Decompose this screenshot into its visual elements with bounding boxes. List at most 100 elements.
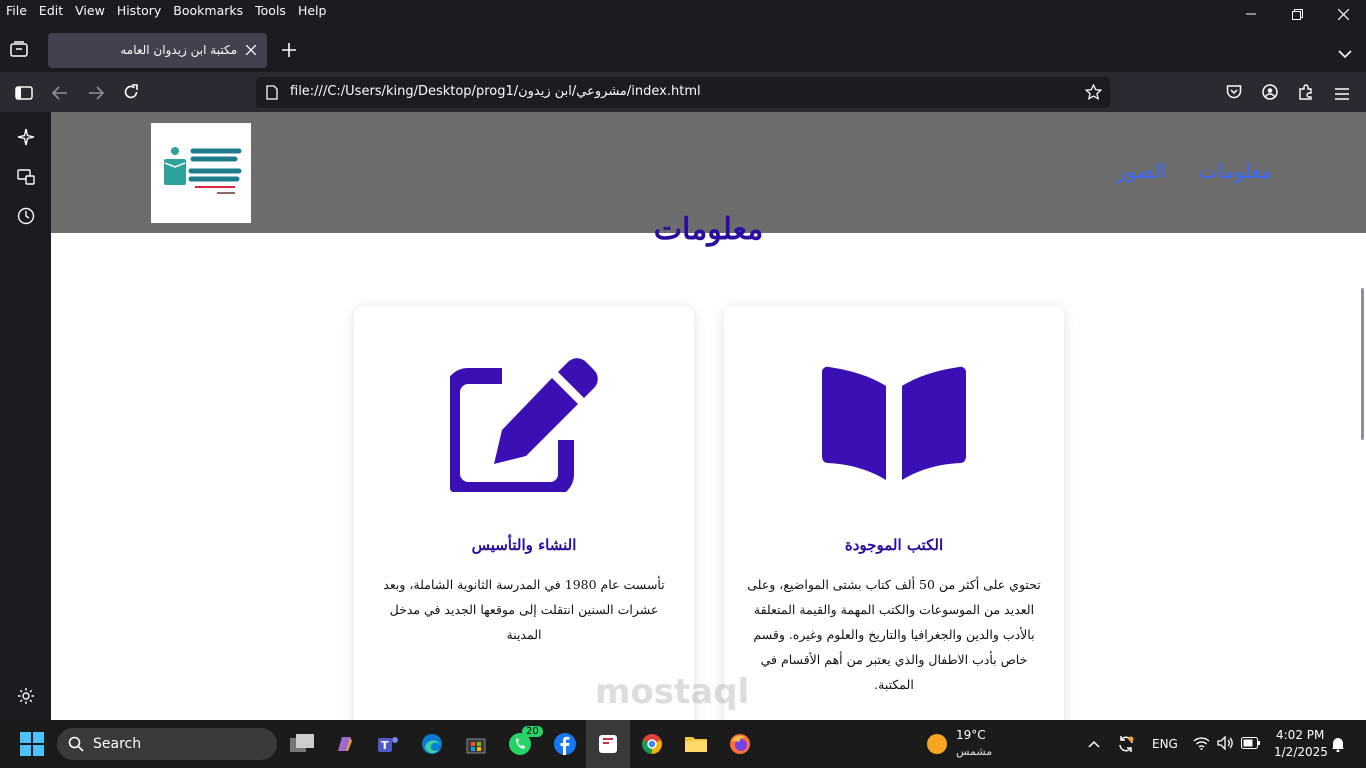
weather-temp: 19°C xyxy=(956,728,986,742)
close-tab-icon[interactable] xyxy=(246,45,256,55)
volume-icon[interactable] xyxy=(1217,736,1234,750)
copilot-icon xyxy=(338,737,352,751)
web-content: معلومات الصور معلومات الكتب الموجودة تحت… xyxy=(51,112,1366,720)
sidebar-synced-tabs[interactable] xyxy=(17,168,35,190)
sidebar-launcher xyxy=(0,112,51,720)
reload-button[interactable] xyxy=(123,84,139,104)
star-icon[interactable] xyxy=(1085,84,1102,100)
nav-link-info[interactable]: معلومات xyxy=(1199,159,1272,183)
card-text: تأسست عام 1980 في المدرسة الثانوية الشام… xyxy=(383,577,665,642)
teams-button[interactable]: T xyxy=(366,720,410,768)
site-logo[interactable] xyxy=(151,123,251,223)
menu-bar: File Edit View History Bookmarks Tools H… xyxy=(0,0,1366,22)
edit-icon xyxy=(450,358,598,492)
pocket-button[interactable] xyxy=(1226,84,1242,104)
extensions-button[interactable] xyxy=(1298,84,1314,104)
snipping-icon xyxy=(599,735,617,753)
sparkle-icon xyxy=(17,128,35,146)
list-tabs-button[interactable] xyxy=(1338,44,1352,63)
hamburger-icon xyxy=(1335,88,1349,100)
bell-icon[interactable] xyxy=(1331,736,1345,752)
sidebar-ai-chatbot[interactable] xyxy=(17,128,35,150)
card-title: النشاء والتأسيس xyxy=(471,536,577,554)
card-text: تحتوي على أكثر من 50 ألف كتاب بشتى الموا… xyxy=(747,577,1041,692)
app-menu-button[interactable] xyxy=(1335,85,1349,104)
chrome-button[interactable] xyxy=(630,720,674,768)
page-icon xyxy=(266,85,278,100)
wifi-icon[interactable] xyxy=(1193,736,1210,750)
search-icon xyxy=(68,736,84,752)
firefox-view-button[interactable] xyxy=(10,41,28,61)
tab-title: مكتبة ابن زيدوان العامه xyxy=(120,43,237,57)
store-button[interactable] xyxy=(454,720,498,768)
search-label: Search xyxy=(93,736,142,752)
restore-icon xyxy=(1291,8,1303,20)
store-icon xyxy=(466,738,486,754)
book-open-icon xyxy=(822,366,966,480)
taskbar-search[interactable]: Search xyxy=(57,728,277,760)
menu-file[interactable]: File xyxy=(0,3,33,18)
taskbar: Search T 20 19°C مشمس ENG 4:02 PM 1/2/20… xyxy=(0,720,1366,768)
notification-badge: 20 xyxy=(522,726,543,737)
menu-history[interactable]: History xyxy=(111,3,167,18)
menu-view[interactable]: View xyxy=(69,3,111,18)
page-heading: معلومات xyxy=(653,212,764,247)
account-button[interactable] xyxy=(1262,84,1278,104)
edge-button[interactable] xyxy=(410,720,454,768)
chevron-up-icon[interactable] xyxy=(1088,740,1100,748)
firefox-button[interactable] xyxy=(718,720,762,768)
firefox-icon xyxy=(730,734,750,754)
gear-icon xyxy=(18,688,34,704)
whatsapp-button[interactable]: 20 xyxy=(498,720,543,768)
sidebar-toggle-icon xyxy=(15,86,33,100)
menu-edit[interactable]: Edit xyxy=(33,3,69,18)
page-scrollbar[interactable] xyxy=(1361,288,1364,440)
reload-icon xyxy=(124,84,138,99)
chevron-down-icon xyxy=(1338,50,1352,59)
clock-date[interactable]: 1/2/2025 xyxy=(1274,745,1328,759)
menu-tools[interactable]: Tools xyxy=(249,3,292,18)
sun-icon[interactable] xyxy=(926,733,948,755)
copilot-button[interactable] xyxy=(323,720,367,768)
sidebar-settings[interactable] xyxy=(17,687,35,709)
snipping-tool-button[interactable] xyxy=(586,720,630,768)
teams-icon: T xyxy=(378,737,398,752)
card-founding: النشاء والتأسيس تأسست عام 1980 في المدرس… xyxy=(354,306,694,720)
nav-link-photos[interactable]: الصور xyxy=(1117,159,1166,183)
arrow-right-icon xyxy=(89,86,105,100)
menu-bookmarks[interactable]: Bookmarks xyxy=(167,3,249,18)
url-text[interactable]: file:///C:/Users/king/Desktop/prog1/مشرو… xyxy=(290,84,701,99)
forward-button[interactable] xyxy=(88,85,105,104)
start-button[interactable] xyxy=(10,720,54,768)
puzzle-icon xyxy=(1299,84,1312,100)
library-logo xyxy=(164,147,242,194)
menu-help[interactable]: Help xyxy=(292,3,333,18)
sidebar-toggle-button[interactable] xyxy=(15,85,33,104)
facebook-button[interactable] xyxy=(543,720,587,768)
nav-toolbar: file:///C:/Users/king/Desktop/prog1/مشرو… xyxy=(0,72,1366,112)
address-bar[interactable]: file:///C:/Users/king/Desktop/prog1/مشرو… xyxy=(256,77,1110,108)
tab-active[interactable]: مكتبة ابن زيدوان العامه xyxy=(48,33,267,68)
sidebar-history[interactable] xyxy=(17,207,35,229)
edge-icon xyxy=(422,734,442,754)
minimize-icon xyxy=(1246,13,1256,15)
chrome-icon xyxy=(642,734,662,754)
card-books: الكتب الموجودة تحتوي على أكثر من 50 ألف … xyxy=(724,306,1064,720)
tab-overview-icon xyxy=(10,41,28,57)
facebook-icon xyxy=(554,733,576,755)
synced-tabs-icon xyxy=(17,169,35,185)
task-view-button[interactable] xyxy=(280,720,324,768)
battery-icon[interactable] xyxy=(1241,737,1260,749)
file-explorer-button[interactable] xyxy=(674,720,718,768)
pocket-icon xyxy=(1226,85,1242,99)
weather-desc: مشمس xyxy=(956,745,993,758)
sync-icon[interactable] xyxy=(1117,735,1135,753)
svg-text:T: T xyxy=(381,739,389,752)
clock-time[interactable]: 4:02 PM xyxy=(1276,728,1324,742)
back-button[interactable] xyxy=(51,85,68,104)
close-icon xyxy=(1337,8,1349,20)
windows-logo-icon xyxy=(20,732,44,756)
new-tab-button[interactable] xyxy=(282,42,296,61)
language-indicator[interactable]: ENG xyxy=(1152,737,1178,751)
arrow-left-icon xyxy=(51,86,67,100)
